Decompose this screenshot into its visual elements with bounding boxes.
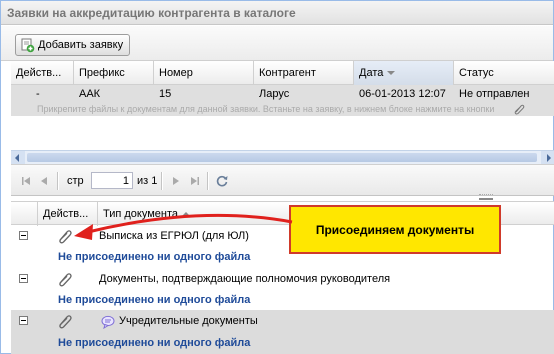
col-header-action[interactable]: Действ... [11,61,74,85]
col-header-doc-type[interactable]: Тип документа [98,202,298,226]
scroll-thumb[interactable] [27,153,537,162]
col-header-status[interactable]: Статус [454,61,554,85]
cell-action: - [36,88,40,100]
cell-date: 06-01-2013 12:07 [359,88,446,100]
no-files-label: Не присоединено ни одного файла [58,294,251,306]
paperclip-icon[interactable] [57,228,73,244]
last-page-icon[interactable] [188,174,202,188]
table-row[interactable]: - ААК 15 Ларус 06-01-2013 12:07 Не отпра… [11,85,554,103]
page-label: стр [67,175,84,187]
horizontal-scrollbar[interactable] [11,150,554,164]
prev-page-icon[interactable] [37,174,51,188]
scroll-left-icon [15,154,19,162]
paging-toolbar: стр из 1 [11,164,554,196]
cell-status: Не отправлен [459,88,530,100]
paperclip-icon [514,104,525,115]
col-header-doc-type-label: Тип документа [103,208,179,220]
add-document-icon [21,38,35,52]
add-request-label: Добавить заявку [38,39,124,51]
annotation-callout-text: Присоединяем документы [315,222,475,237]
col-header-date[interactable]: Дата [354,61,454,85]
document-type-name: Выписка из ЕГРЮЛ (для ЮЛ) [99,230,249,242]
no-files-label: Не присоединено ни одного файла [58,251,251,263]
requests-toolbar: Добавить заявку [1,26,553,61]
row-hint: Прикрепите файлы к документам для данной… [11,103,554,116]
page-count-label: из 1 [137,175,158,187]
sort-asc-icon [182,212,191,217]
document-row[interactable]: Документы, подтверждающие полномочия рук… [11,269,554,291]
comment-icon[interactable] [101,315,115,329]
accreditation-panel: Заявки на аккредитацию контрагента в кат… [0,0,554,354]
add-request-button[interactable]: Добавить заявку [15,34,131,56]
annotation-callout: Присоединяем документы [289,205,501,254]
row-hint-text: Прикрепите файлы к документам для данной… [37,104,495,114]
pager-separator [161,172,163,190]
col-header-doc-action[interactable]: Действ... [38,202,98,226]
collapse-toggle-icon[interactable] [19,274,28,283]
scroll-left-button[interactable] [11,151,25,164]
paperclip-icon[interactable] [57,313,73,329]
refresh-icon[interactable] [215,174,229,188]
no-files-label: Не присоединено ни одного файла [58,337,251,349]
panel-title: Заявки на аккредитацию контрагента в кат… [1,1,553,25]
document-type-name: Документы, подтверждающие полномочия рук… [99,273,391,285]
scroll-right-button[interactable] [541,151,554,164]
pager-separator [207,172,209,190]
cell-number: 15 [159,88,172,100]
next-page-icon[interactable] [169,174,183,188]
first-page-icon[interactable] [19,174,33,188]
sort-desc-icon [387,71,396,76]
col-header-prefix[interactable]: Префикс [74,61,154,85]
page-number-input[interactable] [91,172,133,189]
scroll-right-icon [547,154,551,162]
col-header-expander [11,202,38,226]
pager-separator [57,172,59,190]
document-type-name: Учредительные документы [119,315,258,327]
col-header-counterparty[interactable]: Контрагент [254,61,354,85]
cell-prefix: ААК [79,88,101,100]
panel-splitter[interactable] [479,194,493,200]
collapse-toggle-icon[interactable] [19,231,28,240]
requests-grid-header: Действ... Префикс Номер Контрагент Дата … [11,61,554,85]
cell-counterparty: Ларус [259,88,290,100]
collapse-toggle-icon[interactable] [19,316,28,325]
col-header-number[interactable]: Номер [154,61,254,85]
paperclip-icon[interactable] [57,271,73,287]
col-header-date-label: Дата [359,67,384,79]
